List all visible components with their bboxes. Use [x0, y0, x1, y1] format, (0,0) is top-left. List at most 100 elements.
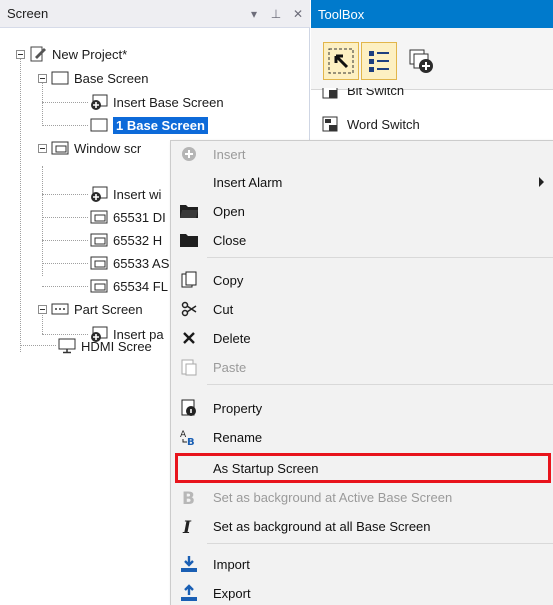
property-icon [179, 398, 199, 418]
toolbox-header: ToolBox [311, 0, 553, 28]
copy-icon [179, 270, 199, 290]
window-screen-icon [90, 279, 108, 293]
tree-label: 65534 FL [113, 278, 168, 294]
context-menu: Insert Insert Alarm Open Close Copy Cut … [170, 140, 553, 605]
tree-label: Part Screen [74, 301, 143, 317]
tree-line [42, 334, 88, 335]
import-icon [179, 554, 199, 574]
menu-item-cut[interactable]: Cut [171, 296, 553, 322]
tree-item-window-65533[interactable]: 65533 AS [90, 253, 169, 273]
menu-label: Insert [213, 146, 246, 162]
tree-line [20, 345, 56, 346]
bit-switch-icon [322, 88, 338, 99]
panel-close-button[interactable]: ✕ [288, 4, 308, 24]
tree-label: Insert Base Screen [113, 94, 224, 110]
tree-label: 65532 H [113, 232, 163, 248]
menu-item-set-bg-active[interactable]: B Set as background at Active Base Scree… [171, 484, 553, 510]
panel-dropdown-button[interactable]: ▾ [244, 4, 264, 24]
add-layer-icon [409, 49, 433, 73]
menu-item-property[interactable]: Property [171, 395, 553, 421]
part-screen-icon [51, 303, 69, 315]
menu-item-close[interactable]: Close [171, 227, 553, 253]
closed-folder-icon [179, 230, 199, 250]
collapse-toggle[interactable] [38, 304, 47, 314]
app-window: Screen ▾ ⊥ ✕ New Project* Base Screen In… [0, 0, 553, 605]
window-screen-icon [51, 141, 69, 155]
rename-icon: AB [179, 427, 199, 447]
select-arrow-icon [328, 48, 354, 74]
tree-label: Window scr [74, 140, 142, 156]
tree-line [42, 102, 88, 103]
italic-i-icon: I [179, 516, 199, 536]
panel-pin-button[interactable]: ⊥ [266, 4, 286, 24]
tree-label: 65531 DI [113, 209, 166, 225]
toolbox-item-label: Bit Switch [347, 88, 405, 98]
svg-text:B: B [182, 489, 195, 506]
tree-line [42, 286, 88, 287]
add-object-button[interactable] [403, 42, 439, 80]
svg-text:B: B [187, 437, 195, 446]
scissors-icon [179, 299, 199, 319]
menu-item-import[interactable]: Import [171, 551, 553, 577]
menu-label: Open [213, 203, 245, 219]
menu-label: Delete [213, 330, 251, 346]
collapse-toggle[interactable] [38, 143, 47, 153]
tree-item-insert-window[interactable]: Insert wi [90, 184, 161, 204]
tree-item-window-65534[interactable]: 65534 FL [90, 276, 168, 296]
delete-icon [179, 328, 199, 348]
submenu-arrow-icon [539, 177, 544, 187]
menu-label: Close [213, 232, 247, 248]
tree-item-1-base-screen[interactable]: 1 Base Screen [90, 115, 208, 135]
window-screen-icon [90, 233, 108, 247]
menu-label: Paste [213, 359, 247, 375]
tree-label: 65533 AS [113, 255, 170, 271]
toolbox-toolbar [311, 28, 553, 90]
tree-item-window-65532[interactable]: 65532 H [90, 230, 162, 250]
select-tool-button[interactable] [323, 42, 359, 80]
tree-label: New Project* [52, 46, 128, 62]
tree-item-new-project[interactable]: New Project* [16, 44, 127, 64]
menu-item-paste[interactable]: Paste [171, 354, 553, 380]
tree-line [42, 240, 88, 241]
tree-item-base-screen[interactable]: Base Screen [38, 68, 148, 88]
insert-screen-icon [91, 186, 108, 202]
window-screen-icon [90, 210, 108, 224]
tree-line [42, 263, 88, 264]
list-icon [369, 51, 389, 72]
export-icon [179, 583, 199, 603]
list-view-button[interactable] [361, 42, 397, 80]
toolbox-item-bit-switch[interactable]: Bit Switch [321, 88, 404, 102]
toolbox-title: ToolBox [318, 6, 365, 22]
open-folder-icon [179, 201, 199, 221]
menu-label: Export [213, 585, 251, 601]
collapse-toggle[interactable] [38, 73, 47, 83]
tree-label: 1 Base Screen [113, 116, 208, 134]
tree-line [42, 194, 88, 195]
toolbox-item-label: Word Switch [347, 116, 420, 132]
menu-item-export[interactable]: Export [171, 580, 553, 605]
collapse-toggle[interactable] [16, 49, 25, 59]
insert-icon [179, 144, 199, 164]
tree-label: HDMI Scree [81, 338, 152, 354]
menu-item-set-bg-all[interactable]: I Set as background at all Base Screen [171, 513, 553, 539]
menu-label: Rename [213, 429, 263, 445]
menu-item-copy[interactable]: Copy [171, 267, 553, 293]
menu-item-delete[interactable]: Delete [171, 325, 553, 351]
menu-item-insert-alarm[interactable]: Insert Alarm [171, 169, 553, 195]
tree-line [42, 217, 88, 218]
menu-separator [207, 384, 553, 385]
menu-label: Set as background at Active Base Screen [213, 489, 453, 505]
svg-text:A: A [180, 430, 187, 440]
tree-item-insert-base-screen[interactable]: Insert Base Screen [90, 92, 224, 112]
menu-item-open[interactable]: Open [171, 198, 553, 224]
tree-item-window-screen[interactable]: Window scr [38, 138, 141, 158]
menu-item-rename[interactable]: AB Rename [171, 424, 553, 450]
screen-panel-header: Screen ▾ ⊥ ✕ [0, 0, 310, 28]
tree-item-hdmi-screen[interactable]: HDMI Scree [58, 336, 152, 356]
menu-item-insert[interactable]: Insert [171, 141, 553, 167]
menu-label: Copy [213, 272, 244, 288]
tree-item-part-screen[interactable]: Part Screen [38, 299, 143, 319]
tree-item-window-65531[interactable]: 65531 DI [90, 207, 166, 227]
tree-label: Insert wi [113, 186, 162, 202]
toolbox-item-word-switch[interactable]: Word Switch [321, 114, 420, 134]
